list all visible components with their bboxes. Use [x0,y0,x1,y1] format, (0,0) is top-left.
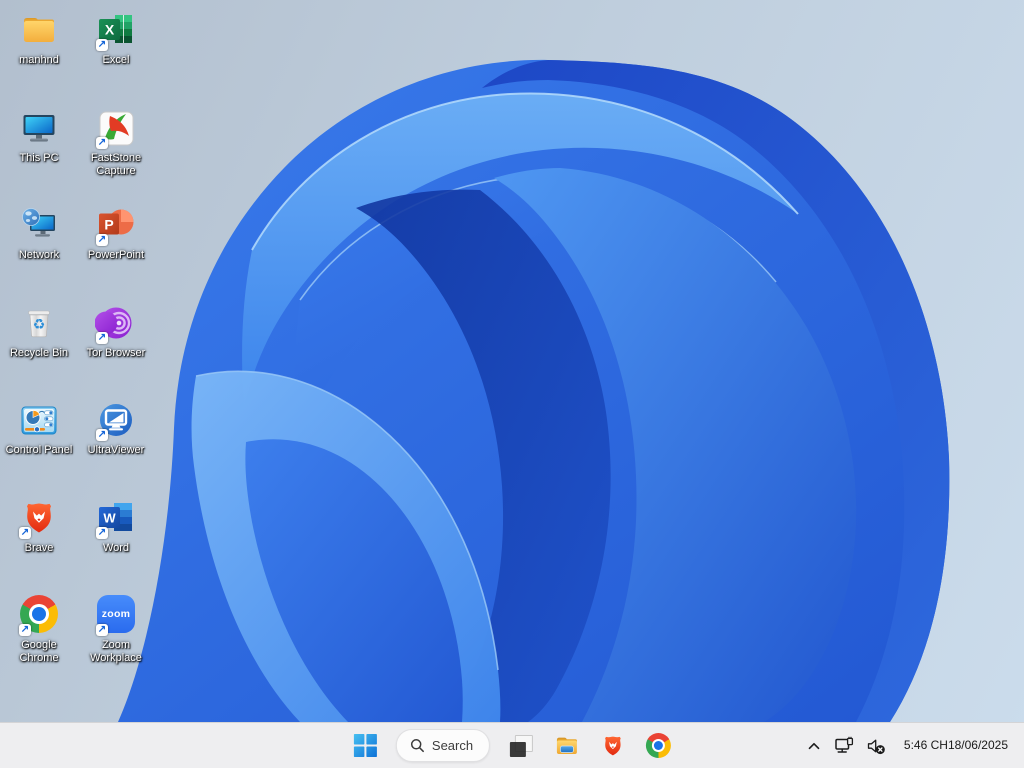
desktop-icon-google-chrome[interactable]: ↗ Google Chrome [1,595,77,665]
tray-clock[interactable]: 5:46 CH 18/06/2025 [902,736,1010,755]
desktop-icon-label: Word [102,542,130,554]
chevron-up-icon [808,742,820,749]
desktop-icon-zoom-workplace[interactable]: zoom ↗ Zoom Workplace [78,595,154,665]
tray-network-button[interactable] [831,733,858,759]
desktop-icon-label: UltraViewer [87,444,145,456]
desktop-icon-faststone[interactable]: ↗ FastStone Capture [78,108,154,178]
ethernet-network-icon [835,736,853,753]
desktop-icon-excel[interactable]: X ↗ Excel [78,10,154,67]
recycle-bin-icon: ♻ [16,303,62,345]
faststone-icon: ↗ [93,108,139,150]
taskbar-app-stacked-windows[interactable] [506,731,536,761]
svg-text:P: P [104,217,113,233]
word-icon: W ↗ [93,498,139,540]
desktop-icon-label: FastStone Capture [90,152,142,177]
desktop-icon-recycle-bin[interactable]: ♻ Recycle Bin [1,303,77,360]
shortcut-arrow-icon: ↗ [96,39,108,51]
folder-icon [16,10,62,52]
shortcut-arrow-icon: ↗ [19,624,31,636]
desktop-icon-label: Brave [24,542,54,554]
tray-chevron-up-button[interactable] [802,734,826,758]
taskbar-app-brave[interactable] [598,731,628,761]
shortcut-arrow-icon: ↗ [96,429,108,441]
search-box[interactable]: Search [395,729,491,762]
desktop-icon-label: Network [18,249,60,261]
network-icon [16,205,62,247]
desktop-icon-word[interactable]: W ↗ Word [78,498,154,555]
desktop-icon-ultraviewer[interactable]: ↗ UltraViewer [78,400,154,457]
control-panel-icon [16,400,62,442]
desktop-icon-label: Excel [102,54,130,66]
svg-text:♻: ♻ [33,317,46,333]
taskbar: Search 5:46 CH 18/06/2025 [0,722,1024,768]
brave-icon [605,736,621,755]
desktop-icon-control-panel[interactable]: Control Panel [1,400,77,457]
desktop-icon-label: PowerPoint [87,249,145,261]
this-pc-icon [16,108,62,150]
shortcut-arrow-icon: ↗ [96,332,108,344]
brave-icon: ↗ [16,498,62,540]
shortcut-arrow-icon: ↗ [96,527,108,539]
volume-muted-icon [867,739,885,754]
tray-date: 18/06/2025 [947,738,1008,752]
tray-volume-button[interactable] [863,733,889,759]
desktop-icon-label: Control Panel [5,444,73,456]
excel-icon: X ↗ [93,10,139,52]
desktop-icon-powerpoint[interactable]: P ↗ PowerPoint [78,205,154,262]
desktop: manhnd X ↗ Excel This PC ↗ FastStone Cap… [0,0,1024,722]
zoom-icon: zoom ↗ [93,595,139,637]
search-icon [410,739,424,753]
shortcut-arrow-icon: ↗ [96,137,108,149]
desktop-icon-brave[interactable]: ↗ Brave [1,498,77,555]
shortcut-arrow-icon: ↗ [19,527,31,539]
file-explorer-icon [557,737,578,754]
search-label: Search [431,738,474,753]
desktop-icon-label: manhnd [19,54,59,66]
start-button[interactable] [351,731,380,760]
chrome-icon [646,733,672,758]
desktop-icon-label: Zoom Workplace [90,639,142,664]
desktop-icon-label: Recycle Bin [9,347,69,359]
taskbar-app-file-explorer[interactable] [552,731,582,761]
desktop-icon-manhnd[interactable]: manhnd [1,10,77,67]
desktop-icon-label: Google Chrome [19,639,59,664]
zoom-logo-text: zoom [101,608,131,620]
shortcut-arrow-icon: ↗ [96,624,108,636]
desktop-icon-label: This PC [19,152,59,164]
ultraviewer-icon: ↗ [93,400,139,442]
tray-time: 5:46 CH [903,738,948,752]
desktop-icon-this-pc[interactable]: This PC [1,108,77,165]
svg-text:X: X [105,22,115,38]
stacked-windows-icon [508,733,534,759]
desktop-icon-network[interactable]: Network [1,205,77,262]
taskbar-app-chrome[interactable] [644,731,673,760]
desktop-icon-tor-browser[interactable]: ↗ Tor Browser [78,303,154,360]
svg-text:W: W [103,511,116,526]
windows-logo-icon [353,734,377,757]
desktop-icon-label: Tor Browser [86,347,146,359]
powerpoint-icon: P ↗ [93,205,139,247]
shortcut-arrow-icon: ↗ [96,234,108,246]
system-tray: 5:46 CH 18/06/2025 [802,723,1024,768]
chrome-icon: ↗ [16,595,62,637]
tor-browser-icon: ↗ [93,303,139,345]
